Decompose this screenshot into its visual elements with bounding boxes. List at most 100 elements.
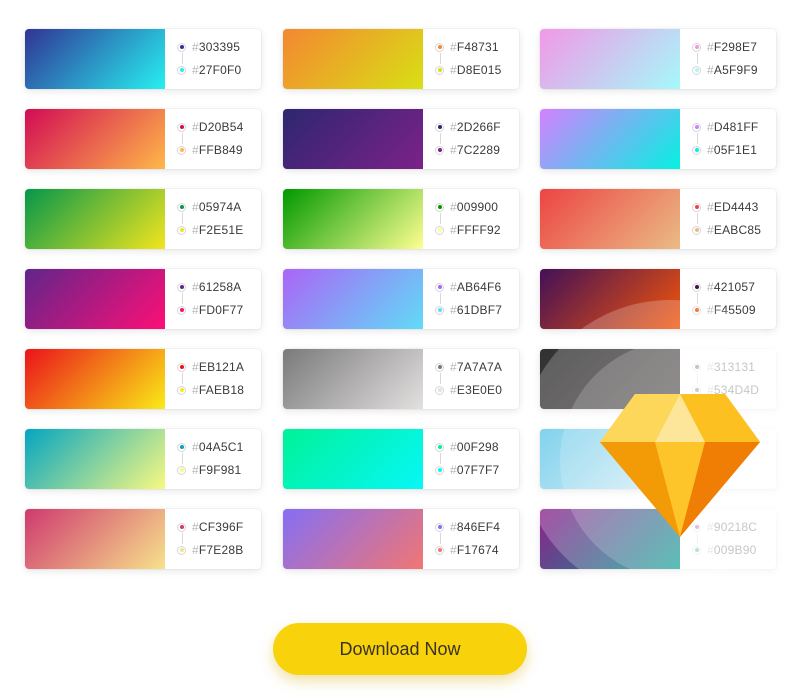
gradient-card[interactable]: #04A5C1 # F9F981 <box>25 429 261 489</box>
start-color-code[interactable]: # D481FF <box>692 120 758 134</box>
gradient-swatch[interactable] <box>25 29 165 89</box>
hex-value: 7A7A7A <box>456 360 503 374</box>
start-color-code[interactable]: # D20B54 <box>177 120 243 134</box>
hash-symbol: # <box>450 520 457 534</box>
color-dot-fill <box>694 148 699 152</box>
start-color-code[interactable]: #61258A <box>177 280 241 294</box>
gradient-card[interactable]: #2D266F #7C2289 <box>283 109 519 169</box>
gradient-card[interactable]: #61258A # FD0F77 <box>25 269 261 329</box>
color-dot-fill <box>694 205 699 209</box>
hash-symbol: # <box>707 40 714 54</box>
start-color-code[interactable]: # F298E7 <box>692 40 757 54</box>
end-color-code[interactable]: #27F0F0 <box>177 63 241 77</box>
gradient-swatch[interactable] <box>25 509 165 569</box>
hex-value: F45509 <box>713 303 756 317</box>
hex-value: EB121A <box>198 360 245 374</box>
hex-value: 7C2289 <box>456 143 501 157</box>
start-color-code[interactable]: #421057 <box>692 280 755 294</box>
gradient-card[interactable]: #7A7A7A # E3E0E0 <box>283 349 519 409</box>
start-color-code[interactable]: #846EF4 <box>435 520 500 534</box>
gradient-swatch[interactable] <box>25 269 165 329</box>
gradient-card[interactable]: #846EF4 # F17674 <box>283 509 519 569</box>
gradient-swatch[interactable] <box>283 349 423 409</box>
end-color-code[interactable]: # FFFF92 <box>435 223 501 237</box>
start-color-code[interactable]: # EB121A <box>177 360 244 374</box>
gradient-card[interactable]: #421057 # F45509 <box>540 269 776 329</box>
end-color-code[interactable]: #7C2289 <box>435 143 500 157</box>
start-color-code[interactable]: # ED4443 <box>692 200 758 214</box>
start-color-code[interactable]: #7A7A7A <box>435 360 502 374</box>
end-color-code[interactable]: # D8E015 <box>435 63 501 77</box>
gradient-swatch[interactable] <box>283 29 423 89</box>
gradient-card[interactable]: # F48731 # D8E015 <box>283 29 519 89</box>
end-color-code[interactable]: # A5F9F9 <box>692 63 758 77</box>
end-color-code[interactable]: #009B90 <box>692 543 756 557</box>
end-color-code[interactable]: #07F7F7 <box>435 463 499 477</box>
start-color-code[interactable]: # F48731 <box>435 40 499 54</box>
start-color-code[interactable]: #313131 <box>692 360 755 374</box>
gradient-swatch[interactable] <box>540 269 680 329</box>
color-dot-icon <box>177 225 186 235</box>
gradient-card[interactable]: #00F298 #07F7F7 <box>283 429 519 489</box>
color-dot-icon <box>692 145 701 155</box>
color-dot-fill <box>694 125 699 129</box>
start-color-code[interactable]: #05974A <box>177 200 241 214</box>
start-color-code[interactable]: #00F298 <box>435 440 499 454</box>
download-now-button[interactable]: Download Now <box>273 623 527 675</box>
gradient-card[interactable]: # CF396F # F7E28B <box>25 509 261 569</box>
end-color-code[interactable]: #61DBF7 <box>435 303 502 317</box>
start-color-code[interactable]: #04A5C1 <box>177 440 243 454</box>
hex-value: CF396F <box>198 520 244 534</box>
color-dot-fill <box>437 148 442 152</box>
start-color-code[interactable]: # CF396F <box>177 520 243 534</box>
start-color-code[interactable]: #2D266F <box>435 120 501 134</box>
hex-value: D8E015 <box>456 63 502 77</box>
end-color-code[interactable]: # F2E51E <box>177 223 243 237</box>
gradient-card[interactable]: # EB121A # FAEB18 <box>25 349 261 409</box>
end-color-code[interactable]: # F45509 <box>692 303 756 317</box>
end-color-code[interactable]: # F7E28B <box>177 543 243 557</box>
gradient-card[interactable]: # D20B54 # FFB849 <box>25 109 261 169</box>
gradient-swatch[interactable] <box>540 189 680 249</box>
gradient-card[interactable]: #303395 #27F0F0 <box>25 29 261 89</box>
gradient-card[interactable]: #05974A # F2E51E <box>25 189 261 249</box>
gradient-swatch[interactable] <box>283 109 423 169</box>
end-color-code[interactable]: # EABC85 <box>692 223 761 237</box>
start-color-code[interactable]: #303395 <box>177 40 240 54</box>
color-dot-icon <box>177 202 186 212</box>
gradient-swatch[interactable] <box>25 429 165 489</box>
gradient-swatch[interactable] <box>25 109 165 169</box>
color-dot-fill <box>437 468 442 472</box>
color-dot-icon <box>177 362 186 372</box>
gradient-swatch[interactable] <box>283 429 423 489</box>
hash-symbol: # <box>450 120 457 134</box>
gradient-card[interactable]: #009900 # FFFF92 <box>283 189 519 249</box>
hex-value: 00F298 <box>456 440 499 454</box>
gradient-swatch[interactable] <box>283 269 423 329</box>
gradient-swatch[interactable] <box>540 109 680 169</box>
gradient-swatch[interactable] <box>25 349 165 409</box>
hex-value: 009B90 <box>713 543 757 557</box>
gradient-swatch[interactable] <box>283 509 423 569</box>
hash-symbol: # <box>192 383 199 397</box>
end-color-code[interactable]: # F9F981 <box>177 463 241 477</box>
color-dot-icon <box>177 42 186 52</box>
end-color-code[interactable]: #05F1E1 <box>692 143 757 157</box>
color-dot-fill <box>179 308 184 312</box>
gradient-card[interactable]: # ED4443 # EABC85 <box>540 189 776 249</box>
gradient-card[interactable]: # F298E7 # A5F9F9 <box>540 29 776 89</box>
start-color-code[interactable]: # AB64F6 <box>435 280 501 294</box>
end-color-code[interactable]: # E3E0E0 <box>435 383 502 397</box>
end-color-code[interactable]: # F17674 <box>435 543 499 557</box>
hash-symbol: # <box>707 200 714 214</box>
color-dot-icon <box>177 465 186 475</box>
gradient-card[interactable]: # D481FF #05F1E1 <box>540 109 776 169</box>
end-color-code[interactable]: # FFB849 <box>177 143 243 157</box>
gradient-swatch[interactable] <box>283 189 423 249</box>
start-color-code[interactable]: #009900 <box>435 200 498 214</box>
end-color-code[interactable]: # FAEB18 <box>177 383 244 397</box>
gradient-card[interactable]: # AB64F6 #61DBF7 <box>283 269 519 329</box>
gradient-swatch[interactable] <box>540 29 680 89</box>
gradient-swatch[interactable] <box>25 189 165 249</box>
end-color-code[interactable]: # FD0F77 <box>177 303 243 317</box>
